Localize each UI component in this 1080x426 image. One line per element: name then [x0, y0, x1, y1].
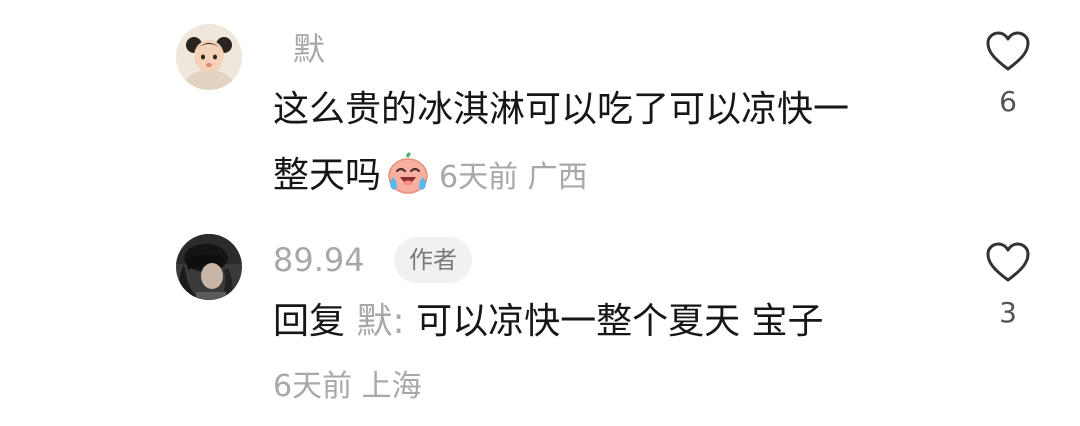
like-count: 3 — [999, 296, 1017, 329]
comment-text: 可以凉快一整个夏天 宝子 — [416, 301, 824, 342]
comment-meta: 6天前 上海 — [273, 369, 422, 404]
comment-text-line-2: 整天吗 6天前 广西 — [273, 150, 588, 202]
comment-item: 默 这么贵的冰淇淋可以吃了可以凉快一 整天吗 6天前 广西 6 — [0, 0, 1080, 215]
comment-author[interactable]: 89.94 — [273, 240, 365, 280]
like-count: 6 — [999, 85, 1017, 118]
avatar[interactable] — [176, 24, 242, 90]
like-button[interactable]: 6 — [978, 30, 1038, 118]
comment-item: 89.94 作者 回复 默: 可以凉快一整个夏天 宝子 6天前 上海 3 — [0, 215, 1080, 426]
like-button[interactable]: 3 — [978, 241, 1038, 329]
reply-text: 回复 默: 可以凉快一整个夏天 宝子 — [273, 298, 824, 346]
avatar-dark-hair-image — [176, 234, 242, 300]
comment-text-line-1: 这么贵的冰淇淋可以吃了可以凉快一 — [273, 89, 850, 130]
crying-laughing-emoji-icon — [385, 150, 431, 196]
avatar-girl-image — [176, 24, 242, 90]
heart-icon — [986, 31, 1030, 71]
comment-author[interactable]: 默 — [293, 29, 325, 69]
comment-meta: 6天前 广西 — [439, 160, 588, 195]
heart-icon — [986, 242, 1030, 282]
author-badge: 作者 — [394, 237, 472, 283]
comment-text: 整天吗 — [273, 155, 382, 196]
reply-to-user[interactable]: 默: — [356, 301, 404, 342]
avatar[interactable] — [176, 234, 242, 300]
reply-prefix: 回复 — [273, 301, 346, 342]
